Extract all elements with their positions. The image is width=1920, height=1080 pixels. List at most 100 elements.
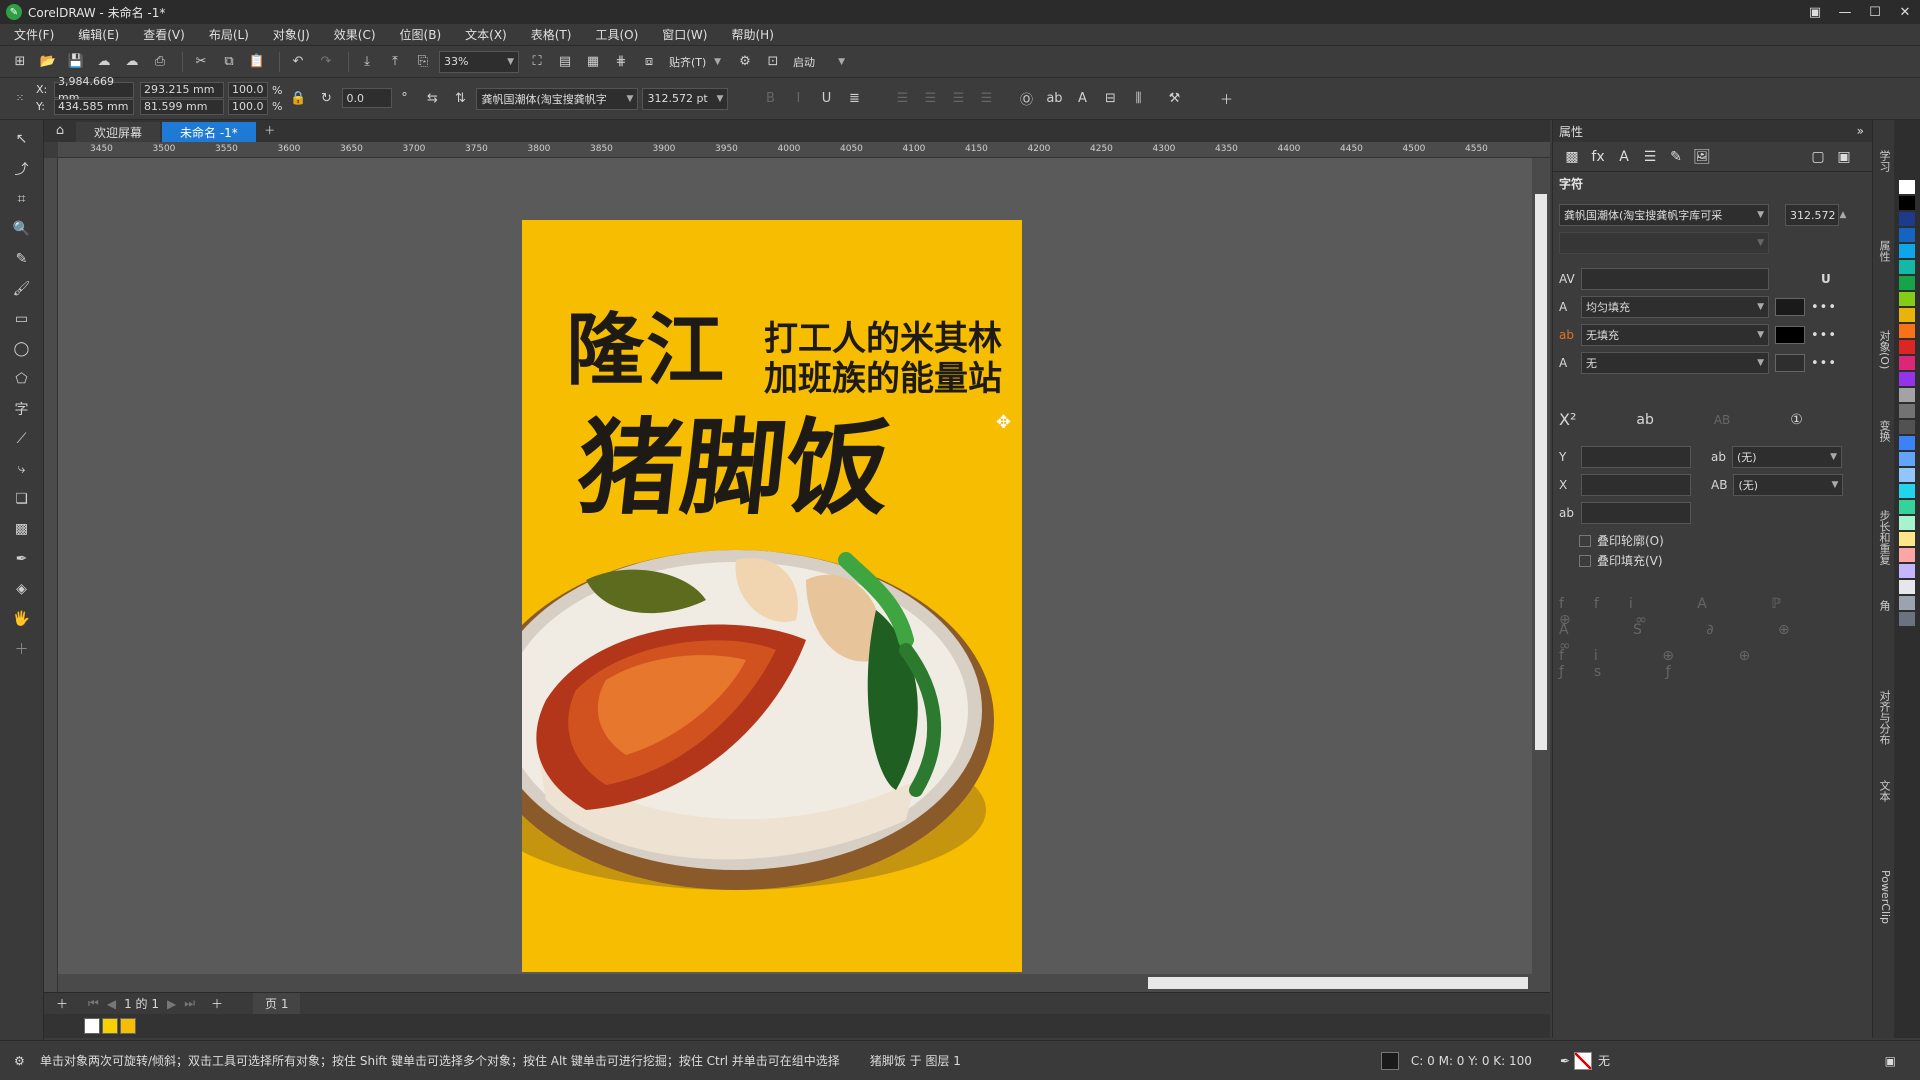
numbered-list-icon[interactable]: ☰	[918, 87, 942, 111]
add-icon[interactable]: ＋	[1214, 87, 1238, 111]
palette-swatch[interactable]	[1899, 452, 1915, 466]
menu-item-11[interactable]: 帮助(H)	[731, 26, 773, 43]
menu-item-2[interactable]: 查看(V)	[143, 26, 185, 43]
home-icon[interactable]: ⌂	[48, 118, 72, 142]
paste-icon[interactable]: 📋	[245, 50, 269, 74]
new-tab-icon[interactable]: ＋	[258, 118, 282, 142]
poster-dish-text[interactable]: 猪脚饭	[572, 406, 897, 529]
fill-tab-icon[interactable]: ▩	[1559, 146, 1585, 168]
palette-swatch[interactable]	[1899, 580, 1915, 594]
paragraph-tab-icon[interactable]: ☰	[1637, 146, 1663, 168]
horizontal-text-icon[interactable]: ⊟	[1098, 87, 1122, 111]
outline-tab-icon[interactable]: ✎	[1663, 146, 1689, 168]
superscript-icon[interactable]: X²	[1559, 410, 1576, 429]
docker-tab-6[interactable]: 对齐与分布	[1876, 690, 1892, 745]
props-font-select[interactable]: 龚帆国潮体(淘宝搜龚帆字库可采 ▼	[1559, 204, 1769, 226]
zoom-select[interactable]: 33% ▼	[439, 50, 519, 73]
position-select[interactable]: (无) ▼	[1733, 474, 1844, 496]
indent-icon[interactable]: ☰	[974, 87, 998, 111]
font-size-select[interactable]: 312.572 pt ▼	[642, 87, 729, 110]
docker-tab-5[interactable]: 角	[1876, 600, 1892, 611]
import-icon[interactable]: ⤓	[355, 50, 379, 74]
vertical-text-icon[interactable]: ⫼	[1126, 87, 1150, 111]
character-tab-icon[interactable]: A	[1611, 146, 1637, 168]
ordinal-icon[interactable]: ①	[1790, 412, 1803, 428]
text-align-icon[interactable]: ≣	[842, 87, 866, 111]
horizontal-ruler[interactable]: 3450 3500 3550 3600 3650 3700 3750 3800 3850 3900…	[58, 142, 1550, 158]
palette-swatch[interactable]	[1899, 340, 1915, 354]
palette-swatch[interactable]	[1899, 420, 1915, 434]
scale-height-input[interactable]: 100.0	[228, 98, 268, 115]
smallcaps-icon[interactable]: AB	[1714, 413, 1730, 427]
palette-swatch[interactable]	[1899, 468, 1915, 482]
x-position-input[interactable]: 3,984.669 mm	[54, 75, 134, 104]
menu-item-4[interactable]: 对象(J)	[273, 26, 310, 43]
undo-icon[interactable]: ↶	[286, 50, 310, 74]
palette-swatch[interactable]	[1899, 260, 1915, 274]
menu-item-3[interactable]: 布局(L)	[209, 26, 249, 43]
copy-icon[interactable]: ⧉	[217, 50, 241, 74]
restore-panel-icon[interactable]: ▣	[1800, 0, 1830, 24]
palette-swatch[interactable]	[1899, 388, 1915, 402]
options-gear-icon[interactable]: ⚙	[733, 50, 757, 74]
menu-item-10[interactable]: 窗口(W)	[662, 26, 707, 43]
vertical-shift-input[interactable]	[1581, 446, 1691, 468]
lock-ratio-icon[interactable]: 🔒	[286, 87, 310, 111]
props-style-select[interactable]: ▼	[1559, 232, 1769, 254]
cloud-download-icon[interactable]: ☁	[120, 50, 144, 74]
palette-swatch[interactable]	[1899, 516, 1915, 530]
bullet-list-icon[interactable]: ☰	[890, 87, 914, 111]
vertical-ruler[interactable]	[44, 158, 58, 994]
palette-swatch[interactable]	[1899, 356, 1915, 370]
horizontal-scroll-thumb[interactable]	[1148, 977, 1528, 989]
bold-icon[interactable]: B	[758, 87, 782, 111]
export-icon[interactable]: ⤒	[383, 50, 407, 74]
guidelines-icon[interactable]: ⋕	[609, 50, 633, 74]
add-page-end-icon[interactable]: ＋	[211, 995, 223, 1012]
dimension-tool-icon[interactable]: ⟋	[8, 426, 36, 452]
palette-swatch[interactable]	[1899, 180, 1915, 194]
rotation-angle-input[interactable]: 0.0	[342, 88, 393, 108]
palette-swatch[interactable]	[1899, 276, 1915, 290]
height-input[interactable]: 81.599 mm	[140, 98, 224, 115]
italic-icon[interactable]: I	[786, 87, 810, 111]
background-fill-color[interactable]	[1775, 326, 1805, 344]
cut-icon[interactable]: ✂	[189, 50, 213, 74]
scale-width-input[interactable]: 100.0	[228, 81, 268, 98]
palette-swatch[interactable]	[1899, 372, 1915, 386]
drop-shadow-icon[interactable]: ❏	[8, 486, 36, 512]
document-swatch[interactable]	[120, 1018, 136, 1034]
font-family-select[interactable]: 龚帆国潮体(淘宝搜龚帆字 ▼	[476, 87, 639, 110]
smart-fill-icon[interactable]: 🖐	[8, 606, 36, 632]
shape-tool-icon[interactable]: ⤴	[8, 156, 36, 182]
menu-item-1[interactable]: 编辑(E)	[78, 26, 119, 43]
menu-item-8[interactable]: 表格(T)	[531, 26, 572, 43]
horizontal-shift-input[interactable]	[1581, 474, 1691, 496]
effects-tab-icon[interactable]: fx	[1585, 146, 1611, 168]
eyedropper-icon[interactable]: ✒	[8, 546, 36, 572]
poster-slogan-1[interactable]: 打工人的米其林	[764, 322, 1002, 356]
print-icon[interactable]: ⎙	[148, 50, 172, 74]
menu-item-0[interactable]: 文件(F)	[14, 26, 54, 43]
panel-collapse-icon[interactable]: »	[1857, 124, 1864, 138]
edit-text-icon[interactable]: A	[1070, 87, 1094, 111]
background-fill-type-select[interactable]: 无填充 ▼	[1581, 324, 1769, 346]
palette-swatch[interactable]	[1899, 244, 1915, 258]
pdf-icon[interactable]: ⎘	[411, 50, 435, 74]
mirror-vertical-icon[interactable]: ⇅	[448, 87, 472, 111]
underline-icon[interactable]: U	[814, 87, 838, 111]
full-screen-icon[interactable]: ⛶	[525, 50, 549, 74]
palette-swatch[interactable]	[1899, 308, 1915, 322]
text-tool-icon[interactable]: 字	[8, 396, 36, 422]
quick-customize-icon[interactable]: ⚒	[1162, 87, 1186, 111]
cloud-upload-icon[interactable]: ☁	[92, 50, 116, 74]
freehand-tool-icon[interactable]: ✎	[8, 246, 36, 272]
docker-tab-4[interactable]: 步长和重复	[1876, 510, 1892, 565]
zoom-tool-icon[interactable]: 🔍	[8, 216, 36, 242]
document-swatch[interactable]	[84, 1018, 100, 1034]
redo-icon[interactable]: ↷	[314, 50, 338, 74]
poster-brand-text[interactable]: 隆江	[566, 312, 726, 390]
text-outline-select[interactable]: 无 ▼	[1581, 352, 1769, 374]
text-fill-more-icon[interactable]: •••	[1811, 300, 1837, 315]
launch-icon[interactable]: ⊡	[761, 50, 785, 74]
